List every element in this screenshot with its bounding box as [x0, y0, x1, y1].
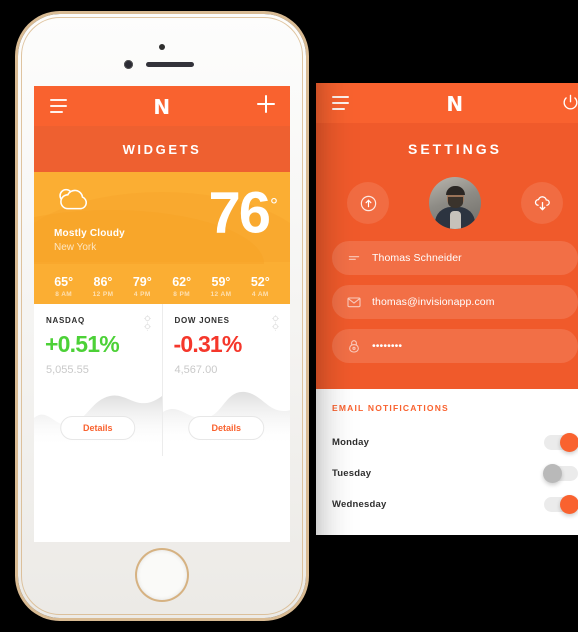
forecast-temp: 86° — [93, 275, 113, 289]
forecast-item: 62° 8 PM — [162, 275, 201, 298]
email-field[interactable]: thomas@invisionapp.com — [332, 285, 578, 319]
download-cloud-icon[interactable] — [521, 182, 563, 224]
weather-city: New York — [54, 242, 97, 253]
forecast-temp: 62° — [172, 275, 192, 289]
forecast-hour: 8 PM — [173, 291, 191, 298]
page-title: WIDGETS — [34, 126, 290, 172]
front-camera-icon — [124, 60, 133, 69]
plus-icon[interactable] — [257, 95, 275, 113]
email-value: thomas@invisionapp.com — [372, 296, 495, 308]
notification-row-tuesday: Tuesday — [332, 458, 578, 489]
notifications-heading: EMAIL NOTIFICATIONS — [332, 403, 449, 413]
earpiece-speaker — [146, 62, 194, 67]
temperature-value: 76 — [208, 180, 270, 246]
settings-title-text: SETTINGS — [407, 141, 502, 157]
sparkline-chart — [162, 391, 290, 456]
iphone-device: N WIDGETS Mostly Cloudy New York 76° 65°… — [18, 14, 306, 618]
stock-card-dow-jones[interactable]: DOW JONES -0.31% 4,567.00 Details — [161, 304, 290, 456]
stock-card-nasdaq[interactable]: NASDAQ +0.51% 5,055.55 Details — [34, 304, 162, 456]
forecast-item: 52° 4 AM — [241, 275, 280, 298]
page-title: SETTINGS — [316, 123, 578, 175]
email-notifications-section: EMAIL NOTIFICATIONS Monday Tuesday Wedne… — [316, 389, 578, 520]
forecast-temp: 79° — [132, 275, 152, 289]
cloud-icon — [54, 186, 92, 219]
brand-logo: N — [446, 92, 464, 116]
forecast-hour: 4 PM — [133, 291, 151, 298]
weather-condition: Mostly Cloudy — [54, 228, 125, 239]
profile-fields: Thomas Schneider thomas@invisionapp.com — [316, 229, 578, 363]
settings-header: N SETTINGS Thomas Schneider thomas@invis… — [316, 83, 578, 389]
gear-icon[interactable] — [143, 314, 152, 337]
stock-label: DOW JONES — [174, 316, 230, 325]
password-value: •••••••• — [372, 340, 403, 352]
name-field[interactable]: Thomas Schneider — [332, 241, 578, 275]
notification-row-wednesday: Wednesday — [332, 489, 578, 520]
forecast-hour: 12 PM — [92, 291, 114, 298]
stock-label: NASDAQ — [46, 316, 85, 325]
lock-icon — [346, 338, 366, 354]
id-card-icon — [346, 250, 366, 266]
avatar-row — [316, 177, 578, 229]
degree-symbol: ° — [270, 195, 278, 217]
forecast-hour: 8 AM — [55, 291, 73, 298]
settings-phone-screen: N SETTINGS Thomas Schneider thomas@invis… — [316, 83, 578, 535]
forecast-item: 79° 4 PM — [123, 275, 162, 298]
hourly-forecast: 65° 8 AM 86° 12 PM 79° 4 PM 62° 8 PM 59°… — [34, 275, 290, 298]
widgets-phone-screen: N WIDGETS Mostly Cloudy New York 76° 65°… — [34, 86, 290, 542]
forecast-temp: 59° — [211, 275, 231, 289]
name-value: Thomas Schneider — [372, 252, 462, 264]
day-label-wednesday: Wednesday — [332, 499, 387, 510]
stock-widgets: NASDAQ +0.51% 5,055.55 Details DOW JONES… — [34, 304, 290, 456]
home-button[interactable] — [137, 550, 187, 600]
day-label-tuesday: Tuesday — [332, 468, 372, 479]
notification-row-monday: Monday — [332, 427, 578, 458]
weather-widget[interactable]: Mostly Cloudy New York 76° 65° 8 AM 86° … — [34, 172, 290, 304]
toggle-monday[interactable] — [544, 433, 578, 452]
power-icon[interactable] — [561, 93, 578, 112]
sparkline-chart — [34, 395, 162, 456]
forecast-item: 59° 12 AM — [201, 275, 240, 298]
toggle-wednesday[interactable] — [544, 495, 578, 514]
widgets-title-text: WIDGETS — [122, 141, 202, 157]
avatar[interactable] — [429, 177, 481, 229]
stock-change: +0.51% — [45, 331, 120, 357]
day-label-monday: Monday — [332, 437, 370, 448]
forecast-item: 86° 12 PM — [83, 275, 122, 298]
settings-navbar: N — [316, 83, 578, 123]
forecast-hour: 4 AM — [251, 291, 269, 298]
brand-logo: N — [153, 95, 171, 119]
screenshot-stage: N SETTINGS Thomas Schneider thomas@invis… — [0, 0, 578, 632]
proximity-sensor-icon — [159, 44, 165, 50]
password-field[interactable]: •••••••• — [332, 329, 578, 363]
toggle-tuesday[interactable] — [543, 464, 578, 483]
current-temperature: 76° — [208, 177, 278, 246]
forecast-temp: 52° — [250, 275, 270, 289]
stock-change: -0.31% — [173, 331, 243, 357]
forecast-item: 65° 8 AM — [44, 275, 83, 298]
forecast-temp: 65° — [54, 275, 74, 289]
widgets-navbar: N — [34, 86, 290, 126]
forecast-hour: 12 AM — [210, 291, 232, 298]
details-button[interactable]: Details — [59, 416, 136, 440]
gear-icon[interactable] — [271, 314, 280, 337]
details-button[interactable]: Details — [188, 416, 265, 440]
upload-cloud-icon[interactable] — [347, 182, 389, 224]
envelope-icon — [346, 294, 366, 310]
